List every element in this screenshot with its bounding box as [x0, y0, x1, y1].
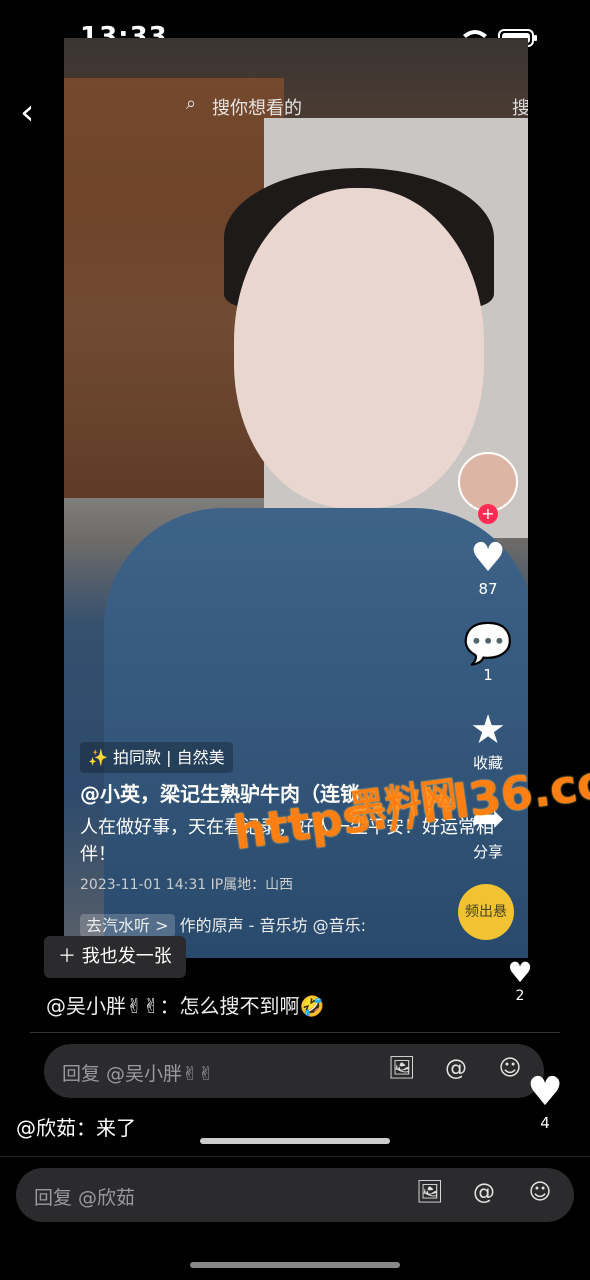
comment-icon: 💬	[463, 621, 513, 667]
emoji-icon[interactable]: ☺	[526, 1180, 554, 1205]
like-action[interactable]: ♥ 87	[458, 536, 518, 598]
video-meta: 2023-11-01 14:31 IP属地：山西	[80, 877, 294, 893]
comment-action[interactable]: 💬 1	[458, 622, 518, 684]
divider	[0, 1156, 590, 1157]
search-button[interactable]: 搜索	[512, 94, 528, 120]
image-icon[interactable]: 🖼	[388, 1056, 416, 1081]
comment-count: 1	[483, 666, 493, 684]
reply-placeholder: 回复 @欣茹	[34, 1187, 136, 1209]
template-tag[interactable]: ✨ 拍同款 | 自然美	[80, 742, 233, 773]
author-avatar[interactable]: +	[458, 452, 518, 524]
person-face	[234, 188, 484, 508]
image-icon[interactable]: 🖼	[416, 1180, 444, 1205]
heart-icon: ♥	[507, 956, 533, 989]
plus-icon: ＋	[58, 946, 82, 967]
music-title: 作的原声 - 音乐坊 @音乐:	[179, 916, 367, 935]
comment-like-count: 4	[540, 1114, 550, 1132]
at-icon[interactable]: @	[442, 1056, 470, 1081]
follow-plus-icon[interactable]: +	[478, 504, 498, 524]
reply-input[interactable]: 回复 @吴小胖✌✌ 🖼 @ ☺	[44, 1044, 544, 1098]
music-tag[interactable]: 去汽水听 >	[80, 914, 175, 936]
comment-like[interactable]: ♥ 2	[500, 956, 540, 1005]
heart-icon: ♥	[470, 535, 506, 581]
search-placeholder: 搜你想看的	[212, 98, 302, 119]
back-icon[interactable]: ‹	[20, 92, 34, 133]
video-search-bar[interactable]: ⌕ 搜你想看的 搜索	[154, 88, 528, 124]
music-bar[interactable]: 去汽水听 > 作的原声 - 音乐坊 @音乐:	[80, 912, 480, 936]
comment-like[interactable]: ♥ 4	[520, 1070, 570, 1132]
at-icon[interactable]: @	[470, 1180, 498, 1205]
divider	[30, 1032, 560, 1033]
search-icon: ⌕	[186, 93, 197, 114]
reply-input[interactable]: 回复 @欣茹 🖼 @ ☺	[16, 1168, 574, 1222]
comment-item: @欣茹：来了	[16, 1116, 136, 1140]
home-indicator	[200, 1138, 390, 1144]
comment-like-count: 2	[515, 988, 525, 1004]
reply-placeholder: 回复 @吴小胖✌✌	[62, 1063, 214, 1085]
home-indicator	[190, 1262, 400, 1268]
comment-item: @吴小胖✌✌：怎么搜不到啊🤣	[46, 994, 325, 1018]
heart-icon: ♥	[527, 1069, 563, 1115]
gold-badge-button[interactable]: 频出悬	[458, 884, 514, 940]
sparkle-icon: ✨	[88, 748, 108, 767]
post-also-button[interactable]: ＋ 我也发一张	[44, 936, 186, 978]
like-count: 87	[478, 580, 498, 598]
